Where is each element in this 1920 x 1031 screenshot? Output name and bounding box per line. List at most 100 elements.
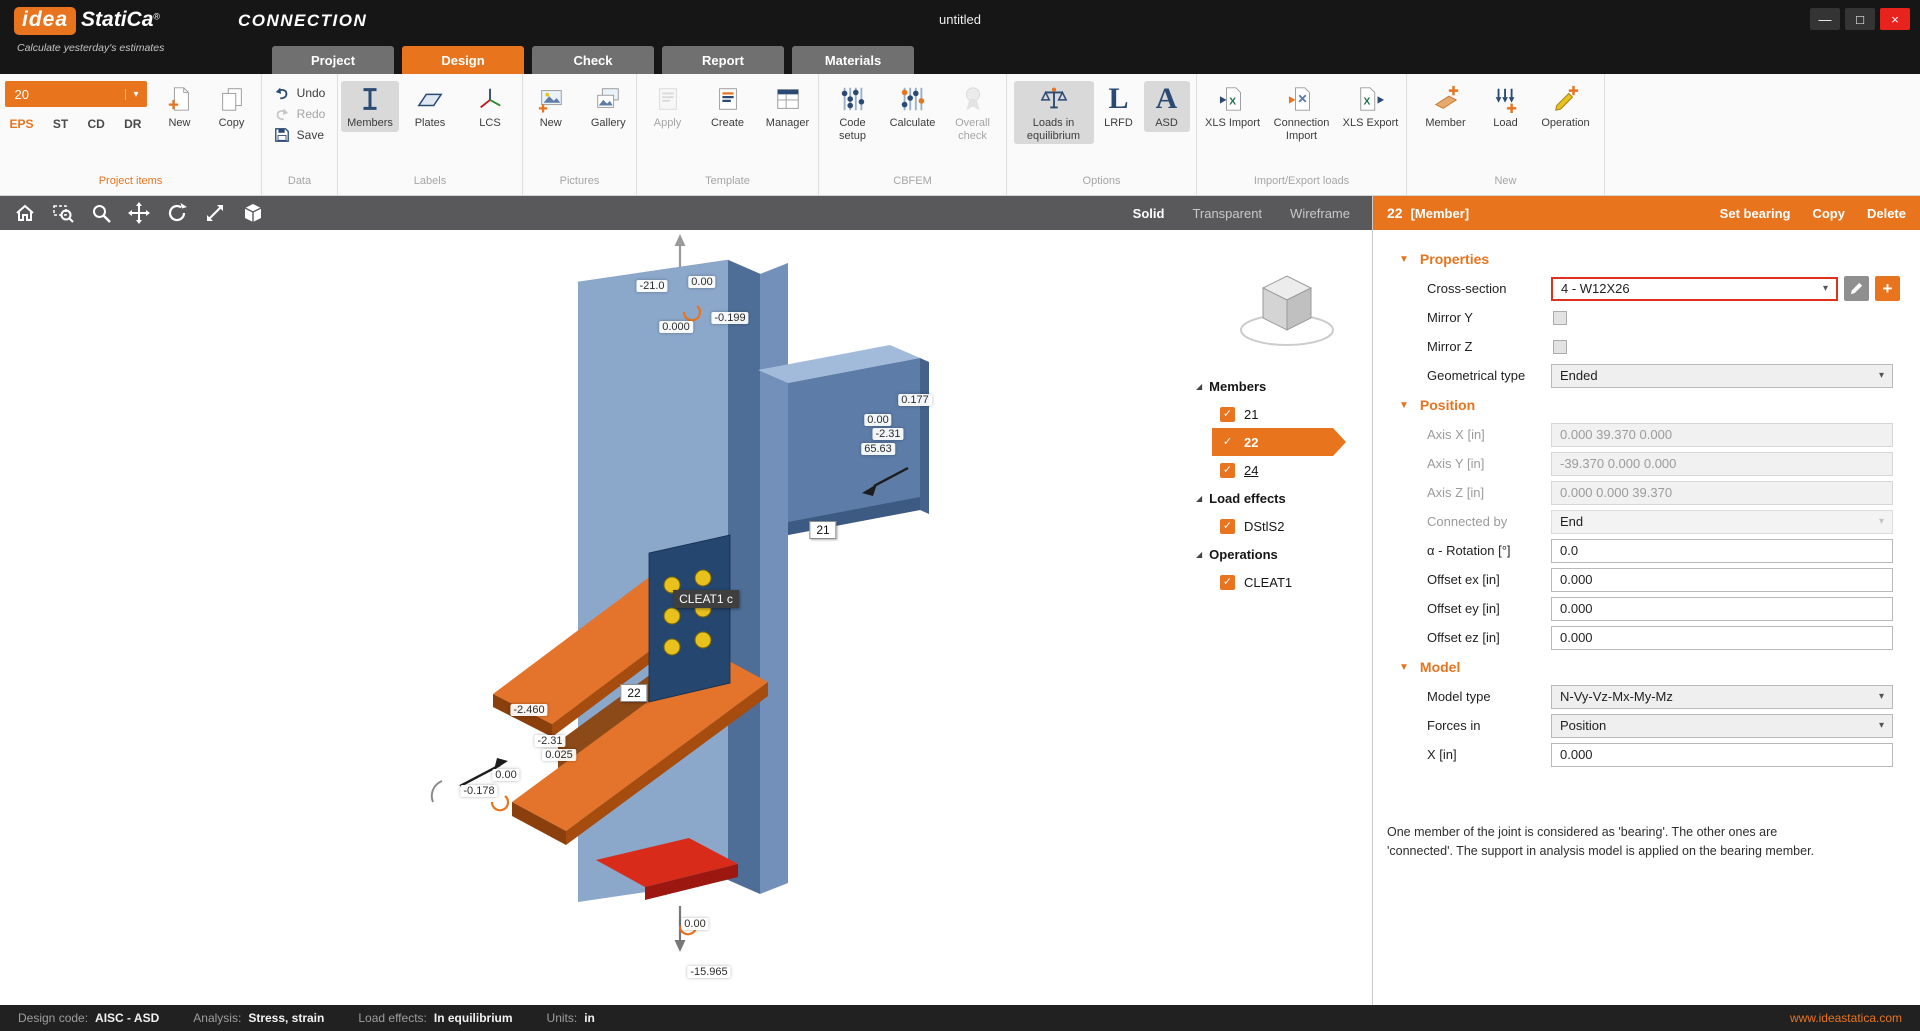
rotation-input[interactable] <box>1551 538 1893 563</box>
design-code-value: AISC - ASD <box>95 1011 160 1025</box>
tree-header-load-effects[interactable]: ◢ Load effects <box>1196 484 1368 512</box>
template-create-button[interactable]: Create <box>699 81 757 132</box>
copy-member-button[interactable]: Copy <box>1812 206 1845 221</box>
xls-export-button[interactable]: X XLS Export <box>1339 81 1403 132</box>
tab-project[interactable]: Project <box>272 46 394 74</box>
connected-by-dropdown[interactable]: End ▾ <box>1551 509 1893 534</box>
tree-item-member-24[interactable]: ✓ 24 <box>1196 456 1368 484</box>
home-view-button[interactable] <box>12 200 38 226</box>
calculate-button[interactable]: Calculate <box>884 81 942 132</box>
new-operation-button[interactable]: Operation <box>1537 81 1595 132</box>
code-toggle-eps[interactable]: EPS <box>10 117 34 131</box>
view-mode-wireframe[interactable]: Wireframe <box>1290 206 1350 221</box>
delete-member-button[interactable]: Delete <box>1867 206 1906 221</box>
close-button[interactable]: × <box>1880 8 1910 30</box>
xls-import-button[interactable]: X XLS Import <box>1201 81 1265 132</box>
navigation-cube[interactable] <box>1232 264 1342 356</box>
forces-in-dropdown[interactable]: Position ▾ <box>1551 713 1893 738</box>
model-type-dropdown[interactable]: N-Vy-Vz-Mx-My-Mz ▾ <box>1551 684 1893 709</box>
operation-tag-cleat1[interactable]: CLEAT1 c <box>673 590 739 608</box>
member-tag-21[interactable]: 21 <box>809 521 837 539</box>
checkbox-checked-icon[interactable]: ✓ <box>1220 574 1235 590</box>
picture-new-button[interactable]: New <box>523 81 579 132</box>
tab-check[interactable]: Check <box>532 46 654 74</box>
chevron-down-icon: ▾ <box>1878 691 1884 702</box>
tab-materials[interactable]: Materials <box>792 46 914 74</box>
new-member-button[interactable]: Member <box>1417 81 1475 132</box>
zoom-extents-button[interactable] <box>202 200 228 226</box>
connection-import-button[interactable]: Connection Import <box>1267 81 1337 144</box>
save-button[interactable]: Save <box>274 126 326 143</box>
copy-project-item-button[interactable]: Copy <box>207 81 257 132</box>
edit-cross-section-button[interactable] <box>1844 276 1869 301</box>
solid-view-icon[interactable] <box>240 200 266 226</box>
gallery-icon <box>593 84 623 114</box>
pan-button[interactable] <box>126 200 152 226</box>
ribbon-group-cbfem: Code setup Calculate Overall check CBFEM <box>819 74 1007 195</box>
offset-ex-input[interactable] <box>1551 567 1893 592</box>
cleat-plate[interactable] <box>648 534 731 703</box>
main-tabs: Project Design Check Report Materials <box>272 46 914 74</box>
x-input[interactable] <box>1551 742 1893 767</box>
row-mirror-z: Mirror Z <box>1373 332 1920 361</box>
checkbox-checked-icon[interactable]: ✓ <box>1220 406 1235 422</box>
tree-item-load-dstls2[interactable]: ✓ DStlS2 <box>1196 512 1368 540</box>
tree-header-operations[interactable]: ◢ Operations <box>1196 540 1368 568</box>
tab-design[interactable]: Design <box>402 46 524 74</box>
section-model[interactable]: ▼ Model <box>1373 652 1920 682</box>
template-manager-icon <box>773 84 803 114</box>
minimize-button[interactable]: — <box>1810 8 1840 30</box>
labels-plates-toggle[interactable]: Plates <box>401 81 459 132</box>
tab-report[interactable]: Report <box>662 46 784 74</box>
code-toggle-st[interactable]: ST <box>53 117 68 131</box>
mirror-y-checkbox[interactable] <box>1553 310 1567 325</box>
labels-members-toggle[interactable]: Members <box>341 81 399 132</box>
checkbox-checked-icon[interactable]: ✓ <box>1220 462 1235 478</box>
code-setup-button[interactable]: Code setup <box>824 81 882 144</box>
offset-ez-input[interactable] <box>1551 625 1893 650</box>
geometrical-type-dropdown[interactable]: Ended ▾ <box>1551 363 1893 388</box>
code-toggle-cd[interactable]: CD <box>87 117 104 131</box>
offset-ey-input[interactable] <box>1551 596 1893 621</box>
member-tag-22[interactable]: 22 <box>620 684 648 702</box>
undo-button[interactable]: Undo <box>274 84 325 101</box>
zoom-window-button[interactable] <box>50 200 76 226</box>
viewport-canvas[interactable]: -21.0 0.00 0.000 -0.199 0.177 0.00 -2.31… <box>0 230 1372 1005</box>
lrfd-toggle[interactable]: L LRFD <box>1096 81 1142 132</box>
redo-button[interactable]: Redo <box>274 105 325 122</box>
add-cross-section-button[interactable]: + <box>1875 276 1900 301</box>
mirror-z-checkbox[interactable] <box>1553 339 1567 354</box>
picture-gallery-button[interactable]: Gallery <box>581 81 637 132</box>
template-manager-button[interactable]: Manager <box>759 81 817 132</box>
rotate-view-button[interactable] <box>164 200 190 226</box>
loads-in-equilibrium-toggle[interactable]: Loads in equilibrium <box>1013 81 1094 145</box>
new-load-button[interactable]: Load <box>1477 81 1535 132</box>
view-mode-solid[interactable]: Solid <box>1133 206 1165 221</box>
dimension-label: 0.00 <box>492 769 520 781</box>
checkbox-checked-icon[interactable]: ✓ <box>1220 435 1235 450</box>
dimension-label: -2.31 <box>534 735 566 747</box>
new-project-item-button[interactable]: New <box>155 81 205 132</box>
section-properties[interactable]: ▼ Properties <box>1373 244 1920 274</box>
checkbox-checked-icon[interactable]: ✓ <box>1220 518 1235 534</box>
tree-item-operation-cleat1[interactable]: ✓ CLEAT1 <box>1196 568 1368 596</box>
tree-header-members[interactable]: ◢ Members <box>1196 372 1368 400</box>
cross-section-dropdown[interactable]: 4 - W12X26 ▾ <box>1551 276 1838 301</box>
3d-scene[interactable] <box>0 230 1372 1005</box>
code-toggle-dr[interactable]: DR <box>124 117 141 131</box>
group-label-pictures: Pictures <box>559 175 600 187</box>
section-position[interactable]: ▼ Position <box>1373 390 1920 420</box>
new-operation-icon <box>1551 84 1581 114</box>
tree-item-member-21[interactable]: ✓ 21 <box>1196 400 1368 428</box>
website-link[interactable]: www.ideastatica.com <box>1790 1011 1902 1025</box>
overall-check-button[interactable]: Overall check <box>944 81 1002 144</box>
labels-lcs-toggle[interactable]: LCS <box>461 81 519 132</box>
asd-toggle[interactable]: A ASD <box>1143 81 1190 132</box>
view-mode-transparent[interactable]: Transparent <box>1192 206 1262 221</box>
maximize-button[interactable]: □ <box>1845 8 1875 30</box>
zoom-button[interactable] <box>88 200 114 226</box>
template-apply-button[interactable]: Apply <box>639 81 697 132</box>
set-bearing-button[interactable]: Set bearing <box>1720 206 1791 221</box>
project-item-selector[interactable]: 20 ▾ <box>4 81 147 107</box>
tree-item-member-22-selected[interactable]: ✓ 22 <box>1212 428 1346 456</box>
